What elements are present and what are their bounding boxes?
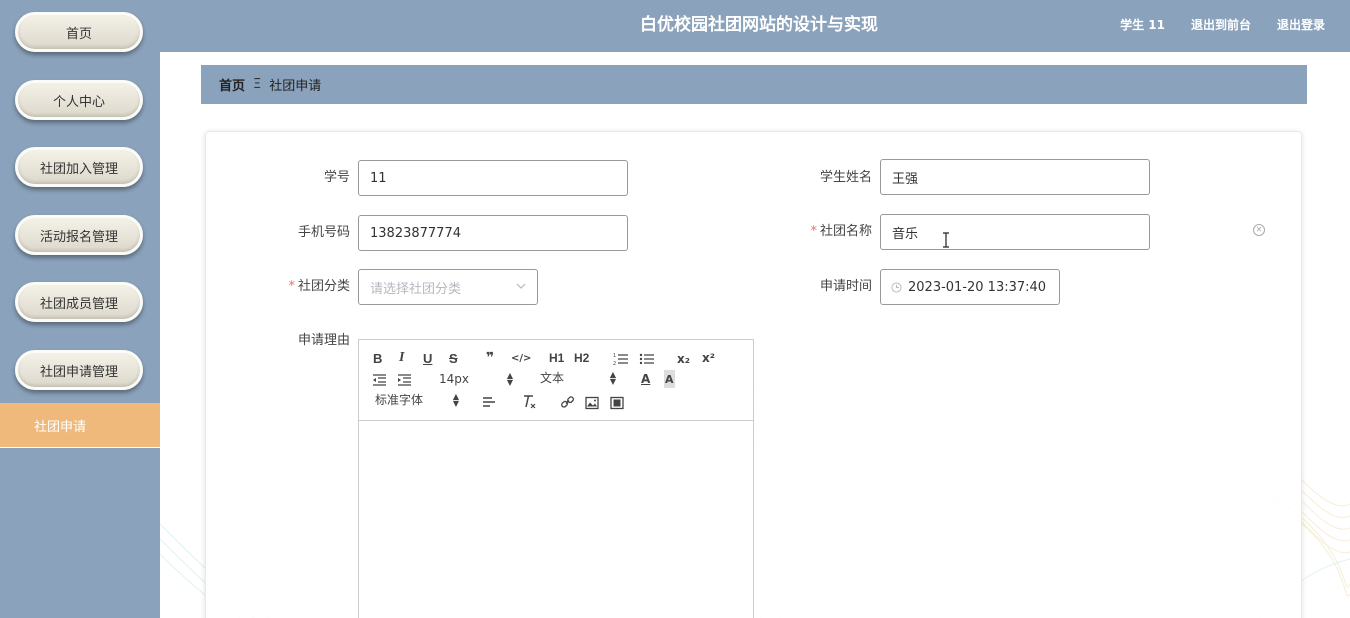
- clock-icon: [891, 281, 902, 293]
- quote-button[interactable]: ❞: [486, 349, 494, 367]
- ordered-list-icon[interactable]: 12: [613, 350, 629, 368]
- link-icon[interactable]: [560, 393, 575, 411]
- current-user[interactable]: 学生 11: [1120, 16, 1165, 33]
- chevron-down-icon: [516, 283, 526, 289]
- logout-link[interactable]: 退出登录: [1277, 16, 1325, 33]
- student-id-input[interactable]: 11: [358, 160, 628, 196]
- sidebar-item-home[interactable]: 首页: [15, 12, 143, 52]
- header-actions: 学生 11 退出到前台 退出登录: [1120, 0, 1325, 48]
- svg-text:2: 2: [613, 361, 616, 367]
- phone-label: 手机号码: [297, 225, 350, 240]
- sidebar-item-club-application[interactable]: 社团申请: [0, 403, 160, 448]
- required-mark: *: [810, 224, 817, 239]
- club-category-label: * 社团分类: [288, 279, 350, 294]
- subscript-button[interactable]: x₂: [677, 350, 690, 368]
- club-name-label: * 社团名称: [810, 224, 872, 239]
- sidebar: 首页 个人中心 社团加入管理 活动报名管理 社团成员管理 社团申请管理 社团申请: [0, 0, 160, 618]
- club-category-select[interactable]: 请选择社团分类: [358, 269, 538, 305]
- required-mark: *: [288, 279, 295, 294]
- breadcrumb-separator-icon: Ξ: [253, 77, 262, 92]
- club-name-input[interactable]: 音乐: [880, 214, 1150, 250]
- student-id-label: 学号: [323, 170, 350, 185]
- background-color-button[interactable]: A: [664, 370, 675, 388]
- breadcrumb-home[interactable]: 首页: [219, 75, 245, 94]
- clear-icon[interactable]: ✕: [1253, 224, 1265, 236]
- back-to-front-link[interactable]: 退出到前台: [1191, 16, 1251, 33]
- chevron-up-down-icon: ▲ ▼: [506, 371, 513, 387]
- sidebar-item-activity-signup[interactable]: 活动报名管理: [15, 215, 143, 255]
- editor-toolbar: B I U S ❞ </> H1 H2 12 x₂ x² 14px ▲ ▼ 文本 ▲ ▼…: [359, 340, 753, 421]
- strike-button[interactable]: S: [449, 349, 458, 367]
- h2-button[interactable]: H2: [574, 349, 589, 367]
- superscript-button[interactable]: x²: [702, 349, 715, 367]
- image-icon[interactable]: [585, 394, 599, 412]
- svg-text:1: 1: [613, 353, 616, 359]
- editor-content-area[interactable]: [359, 421, 753, 618]
- sidebar-item-club-members[interactable]: 社团成员管理: [15, 282, 143, 322]
- indent-icon[interactable]: [397, 371, 412, 389]
- text-color-button[interactable]: A: [641, 370, 650, 388]
- top-header: 白优校园社团网站的设计与实现 学生 11 退出到前台 退出登录: [160, 0, 1350, 52]
- text-cursor-icon: [943, 232, 949, 248]
- student-name-input[interactable]: 王强: [880, 159, 1150, 195]
- italic-button[interactable]: I: [399, 349, 404, 367]
- outdent-icon[interactable]: [372, 371, 387, 389]
- rich-text-editor: B I U S ❞ </> H1 H2 12 x₂ x² 14px ▲ ▼ 文本 ▲ ▼…: [358, 339, 754, 618]
- breadcrumb: 首页 Ξ 社团申请: [201, 65, 1307, 104]
- header-picker[interactable]: 文本 ▲ ▼: [540, 369, 616, 387]
- video-icon[interactable]: [610, 394, 624, 412]
- sidebar-item-club-application-manage[interactable]: 社团申请管理: [15, 350, 143, 390]
- font-family-picker[interactable]: 标准字体 ▲ ▼: [375, 391, 459, 409]
- breadcrumb-current: 社团申请: [269, 79, 322, 94]
- student-name-label: 学生姓名: [819, 170, 872, 185]
- bullet-list-icon[interactable]: [639, 350, 655, 368]
- code-button[interactable]: </>: [511, 349, 531, 367]
- underline-button[interactable]: U: [423, 349, 432, 367]
- phone-input[interactable]: 13823877774: [358, 215, 628, 251]
- reason-label: 申请理由: [297, 333, 350, 348]
- clear-format-icon[interactable]: [521, 393, 537, 411]
- apply-time-input[interactable]: 2023-01-20 13:37:40: [880, 269, 1060, 305]
- chevron-up-down-icon: ▲ ▼: [452, 392, 459, 408]
- apply-time-value: 2023-01-20 13:37:40: [908, 279, 1047, 295]
- chevron-up-down-icon: ▲ ▼: [609, 370, 616, 386]
- align-left-icon[interactable]: [482, 393, 496, 411]
- font-size-picker[interactable]: 14px ▲ ▼: [439, 370, 513, 388]
- sidebar-item-club-join[interactable]: 社团加入管理: [15, 147, 143, 187]
- bold-button[interactable]: B: [373, 349, 382, 367]
- apply-time-label: 申请时间: [819, 279, 872, 294]
- club-category-placeholder: 请选择社团分类: [370, 281, 462, 297]
- h1-button[interactable]: H1: [549, 349, 564, 367]
- sidebar-item-personal-center[interactable]: 个人中心: [15, 80, 143, 120]
